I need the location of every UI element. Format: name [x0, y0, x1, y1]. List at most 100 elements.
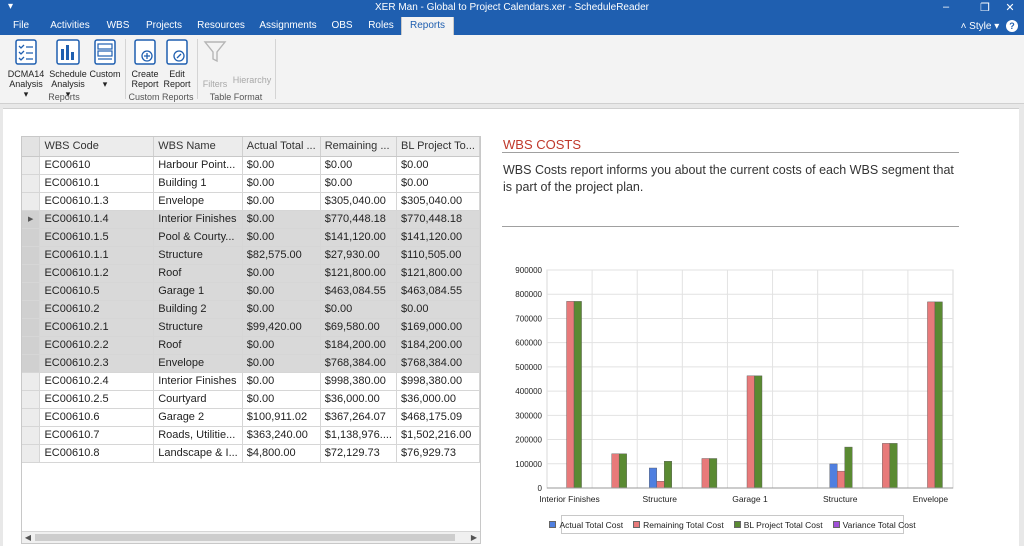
- y-tick-label: 300000: [515, 411, 542, 420]
- remaining-cell: $141,120.00: [320, 228, 397, 247]
- scroll-left-icon[interactable]: ◀: [22, 532, 34, 543]
- table-row[interactable]: EC00610.2.2 Roof $0.00 $184,200.00 $184,200.…: [22, 336, 481, 355]
- filters-button[interactable]: Filters: [200, 39, 230, 89]
- custom-button[interactable]: Custom ▾: [88, 39, 122, 89]
- row-indicator[interactable]: [22, 156, 41, 175]
- wbs-code-cell: EC00610.7: [39, 426, 155, 445]
- tab-file[interactable]: File: [6, 17, 36, 35]
- close-icon[interactable]: ✕: [1000, 1, 1020, 14]
- wbs-costs-grid[interactable]: WBS Code WBS Name Actual Total ... Remai…: [21, 136, 481, 544]
- table-row[interactable]: ▶ EC00610.1.4 Interior Finishes $0.00 $770,4…: [22, 210, 481, 229]
- table-row[interactable]: EC00610.8 Landscape & I... $4,800.00 $72,12…: [22, 444, 481, 463]
- filters-label: Filters: [202, 79, 228, 89]
- row-indicator[interactable]: [22, 426, 41, 445]
- table-row[interactable]: EC00610.2.4 Interior Finishes $0.00 $998,38…: [22, 372, 481, 391]
- row-indicator[interactable]: [22, 390, 41, 409]
- tab-resources[interactable]: Resources: [193, 17, 249, 35]
- horizontal-scrollbar[interactable]: ◀ ▶: [22, 531, 480, 543]
- row-indicator[interactable]: [22, 372, 41, 391]
- table-row[interactable]: EC00610.2 Building 2 $0.00 $0.00 $0.00: [22, 300, 481, 319]
- table-row[interactable]: EC00610.2.3 Envelope $0.00 $768,384.00 $768,…: [22, 354, 481, 373]
- column-header-remaining[interactable]: Remaining ...: [320, 137, 397, 157]
- row-indicator[interactable]: [22, 444, 41, 463]
- column-header-bl-project-total[interactable]: BL Project To...: [396, 137, 481, 157]
- row-indicator[interactable]: [22, 300, 41, 319]
- row-indicator[interactable]: [22, 228, 41, 247]
- row-indicator[interactable]: [22, 264, 41, 283]
- actual-total-cell: $0.00: [242, 282, 321, 301]
- wbs-name-cell: Harbour Point...: [153, 156, 243, 175]
- dcma14-analysis-button[interactable]: DCMA14 Analysis ▾: [6, 39, 46, 99]
- bl-project-total-cell: $184,200.00: [396, 336, 481, 355]
- column-header-actual-total[interactable]: Actual Total ...: [242, 137, 321, 157]
- wbs-costs-chart: 0 100000 200000 300000 400000 500000 600000 700…: [515, 266, 954, 504]
- actual-total-cell: $0.00: [242, 192, 321, 211]
- legend-swatch: [549, 521, 557, 528]
- table-row[interactable]: EC00610.7 Roads, Utilitie... $363,240.00 $1…: [22, 426, 481, 445]
- edit-report-button[interactable]: Edit Report: [161, 39, 193, 89]
- remaining-cell: $0.00: [320, 300, 397, 319]
- row-indicator[interactable]: [22, 246, 41, 265]
- tab-projects[interactable]: Projects: [141, 17, 187, 35]
- help-icon[interactable]: ?: [1006, 20, 1018, 32]
- bl-project-total-cell: $121,800.00: [396, 264, 481, 283]
- actual-total-cell: $4,800.00: [242, 444, 321, 463]
- bl-project-total-cell: $768,384.00: [396, 354, 481, 373]
- wbs-name-cell: Building 2: [153, 300, 243, 319]
- group-separator: [125, 39, 126, 99]
- wbs-name-cell: Roof: [153, 336, 243, 355]
- create-report-button[interactable]: Create Report: [129, 39, 161, 89]
- wbs-name-cell: Garage 1: [153, 282, 243, 301]
- row-indicator[interactable]: [22, 318, 41, 337]
- table-row[interactable]: EC00610.6 Garage 2 $100,911.02 $367,264.07 $…: [22, 408, 481, 427]
- table-row[interactable]: EC00610.2.5 Courtyard $0.00 $36,000.00 $36,0…: [22, 390, 481, 409]
- restore-icon[interactable]: ❐: [975, 1, 995, 14]
- wbs-code-cell: EC00610.2.2: [39, 336, 155, 355]
- legend-swatch: [832, 521, 840, 528]
- tab-reports[interactable]: Reports: [401, 17, 454, 35]
- scroll-right-icon[interactable]: ▶: [468, 532, 480, 543]
- table-row[interactable]: EC00610.1.3 Envelope $0.00 $305,040.00 $305,…: [22, 192, 481, 211]
- table-row[interactable]: EC00610.5 Garage 1 $0.00 $463,084.55 $463,08…: [22, 282, 481, 301]
- style-menu[interactable]: ˄ Style ▾ ?: [961, 20, 1018, 32]
- row-indicator[interactable]: [22, 282, 41, 301]
- y-tick-label: 700000: [515, 314, 542, 323]
- row-indicator[interactable]: [22, 336, 41, 355]
- tab-activities[interactable]: Activities: [45, 17, 95, 35]
- bar-1-8: [927, 301, 936, 489]
- row-indicator[interactable]: [22, 354, 41, 373]
- tab-wbs[interactable]: WBS: [101, 17, 135, 35]
- table-row[interactable]: EC00610.2.1 Structure $99,420.00 $69,580.00…: [22, 318, 481, 337]
- edit-report-label-2: Report: [163, 79, 191, 89]
- row-indicator[interactable]: [22, 192, 41, 211]
- schedule-analysis-button[interactable]: Schedule Analysis ▾: [48, 39, 88, 99]
- tab-obs[interactable]: OBS: [327, 17, 357, 35]
- row-indicator[interactable]: [22, 174, 41, 193]
- table-row[interactable]: EC00610.1.2 Roof $0.00 $121,800.00 $121,800.…: [22, 264, 481, 283]
- table-row[interactable]: EC00610.1.5 Pool & Courty... $0.00 $141,120…: [22, 228, 481, 247]
- column-header-wbs-name[interactable]: WBS Name: [153, 137, 243, 157]
- tab-roles[interactable]: Roles: [363, 17, 399, 35]
- legend-item: Actual Total Cost: [549, 520, 623, 530]
- x-tick-label: Garage 1: [732, 494, 768, 504]
- tab-assignments[interactable]: Assignments: [255, 17, 321, 35]
- select-all-corner[interactable]: [22, 137, 41, 157]
- remaining-cell: $27,930.00: [320, 246, 397, 265]
- bar-1-2: [656, 481, 665, 489]
- table-row[interactable]: EC00610.1 Building 1 $0.00 $0.00 $0.00: [22, 174, 481, 193]
- minimize-icon[interactable]: –: [936, 1, 956, 13]
- y-tick-label: 0: [538, 484, 543, 493]
- row-indicator[interactable]: [22, 408, 41, 427]
- bl-project-total-cell: $110,505.00: [396, 246, 481, 265]
- column-header-wbs-code[interactable]: WBS Code: [39, 137, 155, 157]
- wbs-code-cell: EC00610.2.5: [39, 390, 155, 409]
- table-row[interactable]: EC00610 Harbour Point... $0.00 $0.00 $0.00: [22, 156, 481, 175]
- bar-1-4: [746, 375, 755, 489]
- table-header-row: WBS Code WBS Name Actual Total ... Remai…: [22, 137, 481, 157]
- table-row[interactable]: EC00610.1.1 Structure $82,575.00 $27,930.00…: [22, 246, 481, 265]
- scrollbar-thumb[interactable]: [35, 534, 455, 541]
- row-indicator[interactable]: ▶: [22, 210, 41, 229]
- checklist-icon: [15, 39, 37, 65]
- edit-report-label-1: Edit: [169, 69, 185, 79]
- hierarchy-button[interactable]: Hierarchy: [232, 39, 272, 85]
